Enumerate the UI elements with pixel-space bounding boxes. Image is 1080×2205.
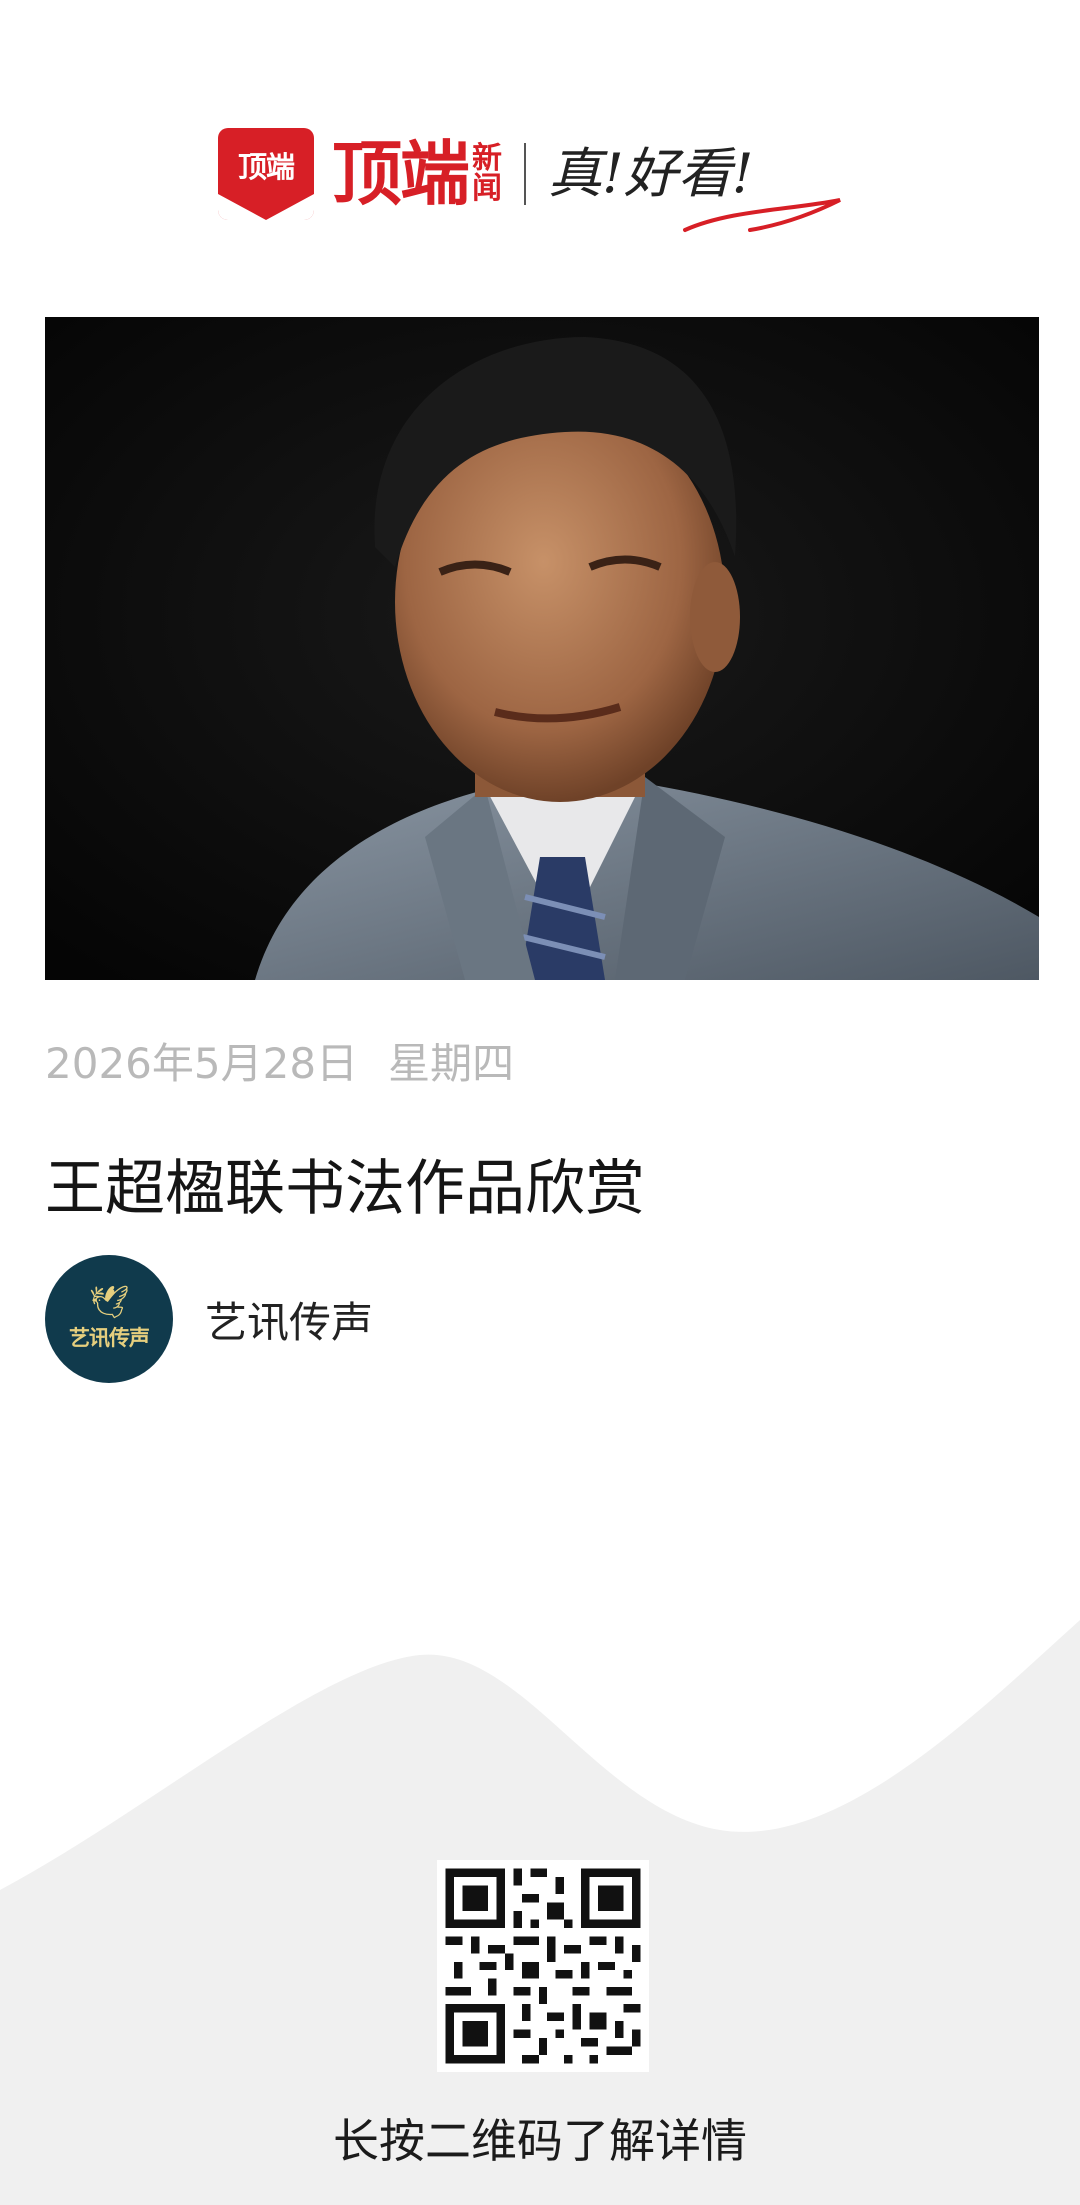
article-date: 2026年5月28日 星期四	[45, 1030, 514, 1091]
article-date-text: 2026年5月28日	[45, 1039, 359, 1088]
brand-sub-1: 新	[472, 141, 502, 176]
brand-badge-text: 顶端	[237, 150, 295, 184]
slogan-swash-icon	[683, 198, 841, 232]
brand-divider	[524, 143, 526, 205]
article-title: 王超楹联书法作品欣赏	[45, 1154, 645, 1224]
hero-image[interactable]	[45, 317, 1039, 980]
portrait-photo-icon	[45, 317, 1039, 980]
qr-caption: 长按二维码了解详情	[333, 2114, 747, 2168]
qr-code-icon	[437, 1860, 649, 2072]
author-name[interactable]: 艺讯传声	[205, 1289, 373, 1350]
bird-icon: 🕊	[88, 1283, 130, 1321]
author-avatar[interactable]: 🕊 艺讯传声	[45, 1255, 173, 1383]
brand-sub: 新 闻	[472, 144, 502, 204]
brand-badge-icon: 顶端	[218, 128, 314, 220]
brand-sub-2: 闻	[472, 171, 502, 206]
qr-code[interactable]	[437, 1860, 649, 2072]
author-row[interactable]: 🕊 艺讯传声 艺讯传声	[45, 1255, 373, 1383]
brand-logo: 顶端 顶端 新 闻 真!好看!	[218, 128, 753, 220]
author-avatar-text: 艺讯传声	[69, 1326, 150, 1350]
article-weekday: 星期四	[388, 1039, 515, 1088]
brand-name: 顶端	[332, 133, 470, 215]
